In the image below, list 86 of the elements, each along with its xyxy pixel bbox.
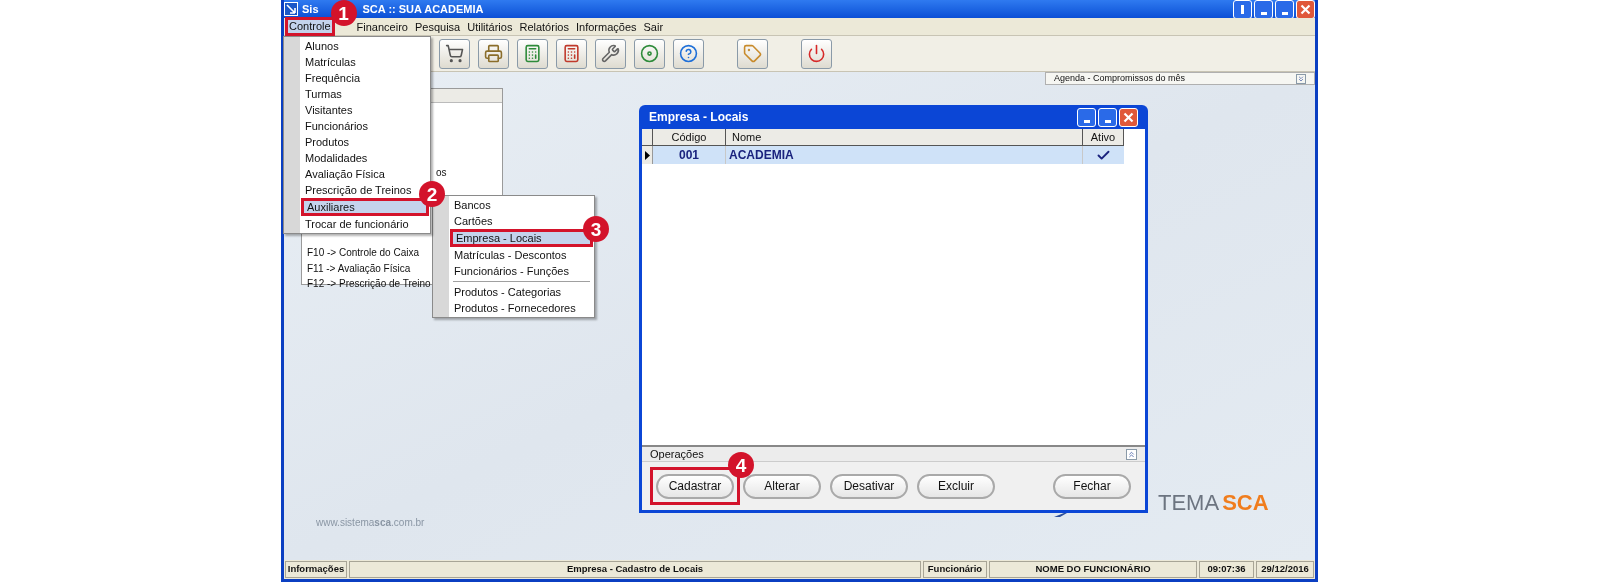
printer-icon <box>484 44 503 63</box>
disc-icon <box>640 44 659 63</box>
window-title: SCA :: SUA ACADEMIA <box>362 1 484 17</box>
status-field: Empresa - Cadastro de Locais <box>349 561 921 578</box>
menu-bar-item[interactable]: Sair <box>642 19 665 34</box>
minimize-button[interactable] <box>1077 107 1096 127</box>
menu-item[interactable]: Produtos - Fornecedores <box>450 300 580 316</box>
menu-item[interactable]: Produtos <box>301 134 354 150</box>
website-text: www.sistemasca.com.br <box>316 516 425 530</box>
toolbar-button[interactable] <box>478 38 509 69</box>
calculator-icon <box>562 44 581 63</box>
status-field: NOME DO FUNCIONÁRIO <box>989 561 1197 578</box>
agenda-bar[interactable]: Agenda - Compromissos do mês <box>1045 72 1315 85</box>
menu-item[interactable]: Modalidades <box>301 150 372 166</box>
minimize-button[interactable] <box>1098 107 1117 127</box>
toolbar-button[interactable] <box>439 38 470 69</box>
close-button[interactable] <box>1296 0 1315 19</box>
logo-text: SCA <box>1222 492 1269 514</box>
menu-bar-item[interactable]: Informações <box>574 19 638 34</box>
toolbar-button[interactable] <box>517 38 548 69</box>
menu-item[interactable]: Prescrição de Treinos <box>301 182 416 198</box>
menu-item[interactable]: Funcionários - Funções <box>450 263 573 279</box>
toolbar-button[interactable] <box>595 38 626 69</box>
menu-bar-item[interactable]: Controle <box>285 17 335 36</box>
action-button[interactable]: Excluir <box>917 473 995 499</box>
menu-item[interactable]: Visitantes <box>301 102 357 118</box>
close-icon <box>1123 111 1134 123</box>
status-field: 09:07:36 <box>1199 561 1254 578</box>
operations-label: Operações <box>650 446 704 462</box>
step-badge: 4 <box>728 452 754 479</box>
menu-bar-item[interactable]: Relatórios <box>518 19 570 34</box>
menu-bar-item[interactable]: Pesquisa <box>413 19 462 34</box>
status-field: 29/12/2016 <box>1256 561 1314 578</box>
table-cell: ACADEMIA <box>726 146 1083 164</box>
logo-text: TEMA <box>1158 492 1220 514</box>
minimize-button[interactable] <box>1275 0 1294 19</box>
cart-icon <box>445 44 464 63</box>
tag-icon <box>743 44 762 63</box>
close-button[interactable] <box>1119 107 1138 127</box>
menu-bar-item[interactable]: Financeiro <box>355 19 409 34</box>
shortcut-line: F12 -> Prescrição de Treino <box>307 277 431 291</box>
menu-item[interactable]: Trocar de funcionário <box>301 216 413 232</box>
calculator-icon <box>523 44 542 63</box>
action-button[interactable]: Alterar <box>743 473 821 499</box>
agenda-label: Agenda - Compromissos do mês <box>1054 71 1186 85</box>
column-header[interactable]: Código <box>653 129 726 146</box>
app-icon <box>284 2 298 16</box>
action-button[interactable]: Desativar <box>830 473 908 499</box>
status-field: Informações <box>285 561 347 578</box>
menu-item[interactable]: Avaliação Física <box>301 166 389 182</box>
close-icon <box>1300 3 1311 15</box>
menu-item[interactable]: Funcionários <box>301 118 372 134</box>
window-title: Sis <box>302 1 319 17</box>
status-field: Funcionário <box>923 561 987 578</box>
menu-item[interactable]: Matrículas - Descontos <box>450 247 571 263</box>
grid-corner <box>642 129 653 146</box>
menu-item[interactable]: Turmas <box>301 86 346 102</box>
menu-item[interactable]: Alunos <box>301 38 343 54</box>
table-row[interactable]: 001 ACADEMIA <box>642 146 1124 164</box>
menu-item[interactable]: Matrículas <box>301 54 360 70</box>
shortcut-line: F10 -> Controle do Caixa <box>307 246 420 260</box>
collapse-icon[interactable] <box>1126 448 1137 460</box>
action-button[interactable]: Fechar <box>1053 473 1131 499</box>
toolbar-button[interactable] <box>673 38 704 69</box>
expand-icon <box>1296 73 1306 84</box>
dialog-title: Empresa - Locais <box>649 109 749 126</box>
minimize-button[interactable] <box>1254 0 1273 19</box>
toolbar-button[interactable] <box>801 38 832 69</box>
restore-button[interactable] <box>1233 0 1252 19</box>
toolbar-button[interactable] <box>556 38 587 69</box>
shortcut-line: os <box>436 166 447 180</box>
table-cell: 001 <box>653 146 726 164</box>
menu-item[interactable]: Frequência <box>301 70 365 86</box>
row-pointer-icon <box>644 150 650 160</box>
menu-item[interactable]: Cartões <box>450 213 497 229</box>
action-button[interactable]: Cadastrar <box>656 473 734 499</box>
menu-item[interactable]: Bancos <box>450 197 495 213</box>
column-header[interactable]: Ativo <box>1083 129 1124 146</box>
column-header[interactable]: Nome <box>726 129 1083 146</box>
help-icon <box>679 44 698 63</box>
power-icon <box>807 44 826 63</box>
wrench-icon <box>601 44 620 63</box>
toolbar-button[interactable] <box>634 38 665 69</box>
shortcut-line: F11 -> Avaliação Física <box>307 261 412 276</box>
menu-item[interactable]: Produtos - Categorias <box>450 284 565 300</box>
menu-bar-item[interactable]: Utilitários <box>466 19 514 34</box>
